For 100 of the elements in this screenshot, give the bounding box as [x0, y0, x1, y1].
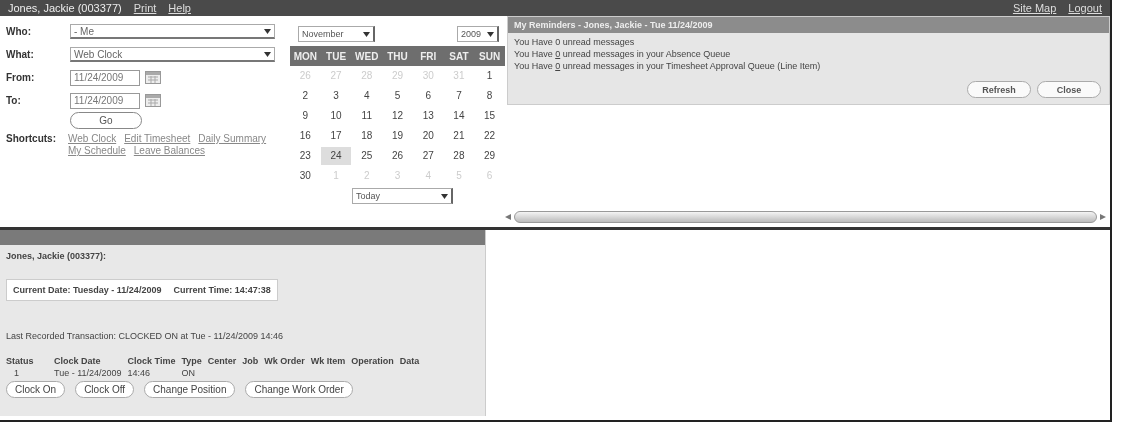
clock-button[interactable]: Change Work Order: [245, 381, 353, 398]
field-label: To:: [6, 95, 22, 106]
header-link[interactable]: Print: [133, 2, 157, 14]
calendar-icon[interactable]: [145, 71, 161, 84]
calendar-day[interactable]: 25: [351, 147, 383, 165]
calendar-day[interactable]: 10: [320, 107, 352, 125]
calendar-day[interactable]: 24: [320, 147, 352, 165]
last-transaction: Last Recorded Transaction: CLOCKED ON at Tue - 11/24/2009 14:46: [6, 331, 284, 341]
month-dropdown[interactable]: November: [298, 26, 375, 42]
column-header: Center: [207, 355, 243, 367]
scroll-left-icon[interactable]: [505, 214, 511, 220]
panel-button[interactable]: Close: [1037, 81, 1101, 98]
calendar-day[interactable]: 12: [382, 107, 413, 125]
column-header: Wk Order: [264, 355, 311, 367]
calendar-day[interactable]: 28: [443, 147, 475, 165]
field-label: Who:: [6, 26, 32, 37]
calendar-day[interactable]: 13: [412, 107, 444, 125]
employee-name: Jones, Jackie (003377):: [6, 251, 108, 261]
calendar-day[interactable]: 30: [290, 167, 321, 185]
table-cell: Tue - 11/24/2009: [54, 367, 128, 379]
message-text: You Have 0 unread messages: [514, 36, 636, 48]
header-link[interactable]: Help: [168, 2, 191, 14]
caret-icon: [487, 31, 494, 37]
calendar-day[interactable]: 29: [474, 147, 505, 165]
weekday-label: SAT: [448, 50, 470, 62]
caret-icon: [363, 31, 370, 37]
calendar-day[interactable]: 4: [351, 87, 383, 105]
field-label: From:: [6, 72, 36, 83]
calendar-day[interactable]: 9: [290, 107, 321, 125]
clock-button[interactable]: Clock On: [6, 381, 66, 398]
shortcut-link[interactable]: Leave Balances: [133, 145, 205, 156]
today-dropdown[interactable]: Today: [352, 188, 453, 204]
weekday-label: MON: [292, 50, 318, 62]
scrollbar-thumb[interactable]: [514, 211, 1097, 223]
year-dropdown[interactable]: 2009: [456, 26, 499, 42]
calendar-icon[interactable]: [145, 94, 161, 107]
caret-icon: [264, 51, 271, 57]
dropdown[interactable]: Web Clock: [70, 47, 275, 62]
date-field[interactable]: 11/24/2009: [70, 69, 140, 86]
calendar-day[interactable]: 5: [382, 87, 413, 105]
column-header: Clock Time: [127, 355, 182, 367]
message-text: You Have 0 unread messages in your Absence Queue: [514, 48, 732, 60]
weekday-label: WED: [354, 50, 380, 62]
calendar-day[interactable]: 17: [320, 127, 352, 145]
clock-button[interactable]: Change Position: [144, 381, 236, 398]
message-count-link[interactable]: 0: [555, 49, 561, 59]
shortcut-link[interactable]: Daily Summary: [198, 133, 267, 144]
calendar-day[interactable]: 21: [443, 127, 475, 145]
calendar-day[interactable]: 18: [351, 127, 383, 145]
table-cell: 14:46: [127, 367, 182, 379]
caret-icon: [441, 193, 448, 199]
header-link[interactable]: Logout: [1068, 2, 1102, 14]
calendar-day[interactable]: 2: [290, 87, 321, 105]
shortcut-link[interactable]: Edit Timesheet: [124, 133, 191, 144]
calendar-day[interactable]: 23: [290, 147, 321, 165]
column-header: Clock Date: [54, 355, 128, 367]
calendar-day[interactable]: 19: [382, 127, 413, 145]
column-header: Status: [6, 355, 54, 367]
clock-button[interactable]: Clock Off: [75, 381, 135, 398]
weekday-label: THU: [386, 50, 409, 62]
weekday-label: TUE: [325, 50, 348, 62]
header-link[interactable]: Site Map: [1012, 2, 1057, 14]
column-header: Operation: [351, 355, 400, 367]
calendar-day[interactable]: 8: [474, 87, 505, 105]
user-name: Jones, Jackie (003377): [8, 2, 122, 14]
table-cell-text: ON: [181, 367, 196, 379]
dropdown[interactable]: - Me: [70, 24, 275, 39]
calendar-day[interactable]: 6: [412, 87, 444, 105]
calendar-day[interactable]: 26: [382, 147, 413, 165]
go-button[interactable]: Go: [70, 112, 142, 129]
current-date: Current Date: Tuesday - 11/24/2009: [13, 285, 162, 295]
calendar-day[interactable]: 11: [351, 107, 383, 125]
calendar-day[interactable]: 16: [290, 127, 321, 145]
calendar-day[interactable]: 20: [412, 127, 444, 145]
message-count-link[interactable]: 0: [555, 61, 561, 71]
shortcut-link[interactable]: Web Clock: [68, 133, 117, 144]
shortcut-link[interactable]: My Schedule: [68, 145, 126, 156]
calendar-day[interactable]: 1: [474, 67, 505, 85]
calendar-day[interactable]: 14: [443, 107, 475, 125]
table-cell: 1: [6, 367, 54, 379]
calendar-day[interactable]: 3: [320, 87, 352, 105]
calendar-day[interactable]: 7: [443, 87, 475, 105]
column-header: Job: [242, 355, 265, 367]
panel-button[interactable]: Refresh: [967, 81, 1031, 98]
calendar-day[interactable]: 22: [474, 127, 505, 145]
shortcuts-label: Shortcuts:: [6, 133, 57, 146]
column-header: Data: [399, 355, 421, 367]
caret-icon: [264, 28, 271, 34]
column-header: Wk Item: [310, 355, 352, 367]
message-text: You Have 0 unread messages in your Timesheet Approval Queue (Line Item): [514, 60, 822, 72]
calendar-day[interactable]: 27: [412, 147, 444, 165]
date-field[interactable]: 11/24/2009: [70, 92, 140, 109]
field-label: What:: [6, 49, 35, 60]
weekday-label: FRI: [419, 50, 438, 62]
current-time: Current Time: 14:47:38: [173, 285, 271, 295]
column-header: Type: [181, 355, 208, 367]
weekday-label: SUN: [478, 50, 502, 62]
scroll-right-icon[interactable]: [1100, 214, 1106, 220]
calendar-day[interactable]: 15: [474, 107, 505, 125]
panel-title: My Reminders - Jones, Jackie - Tue 11/24/2009: [508, 17, 1109, 33]
